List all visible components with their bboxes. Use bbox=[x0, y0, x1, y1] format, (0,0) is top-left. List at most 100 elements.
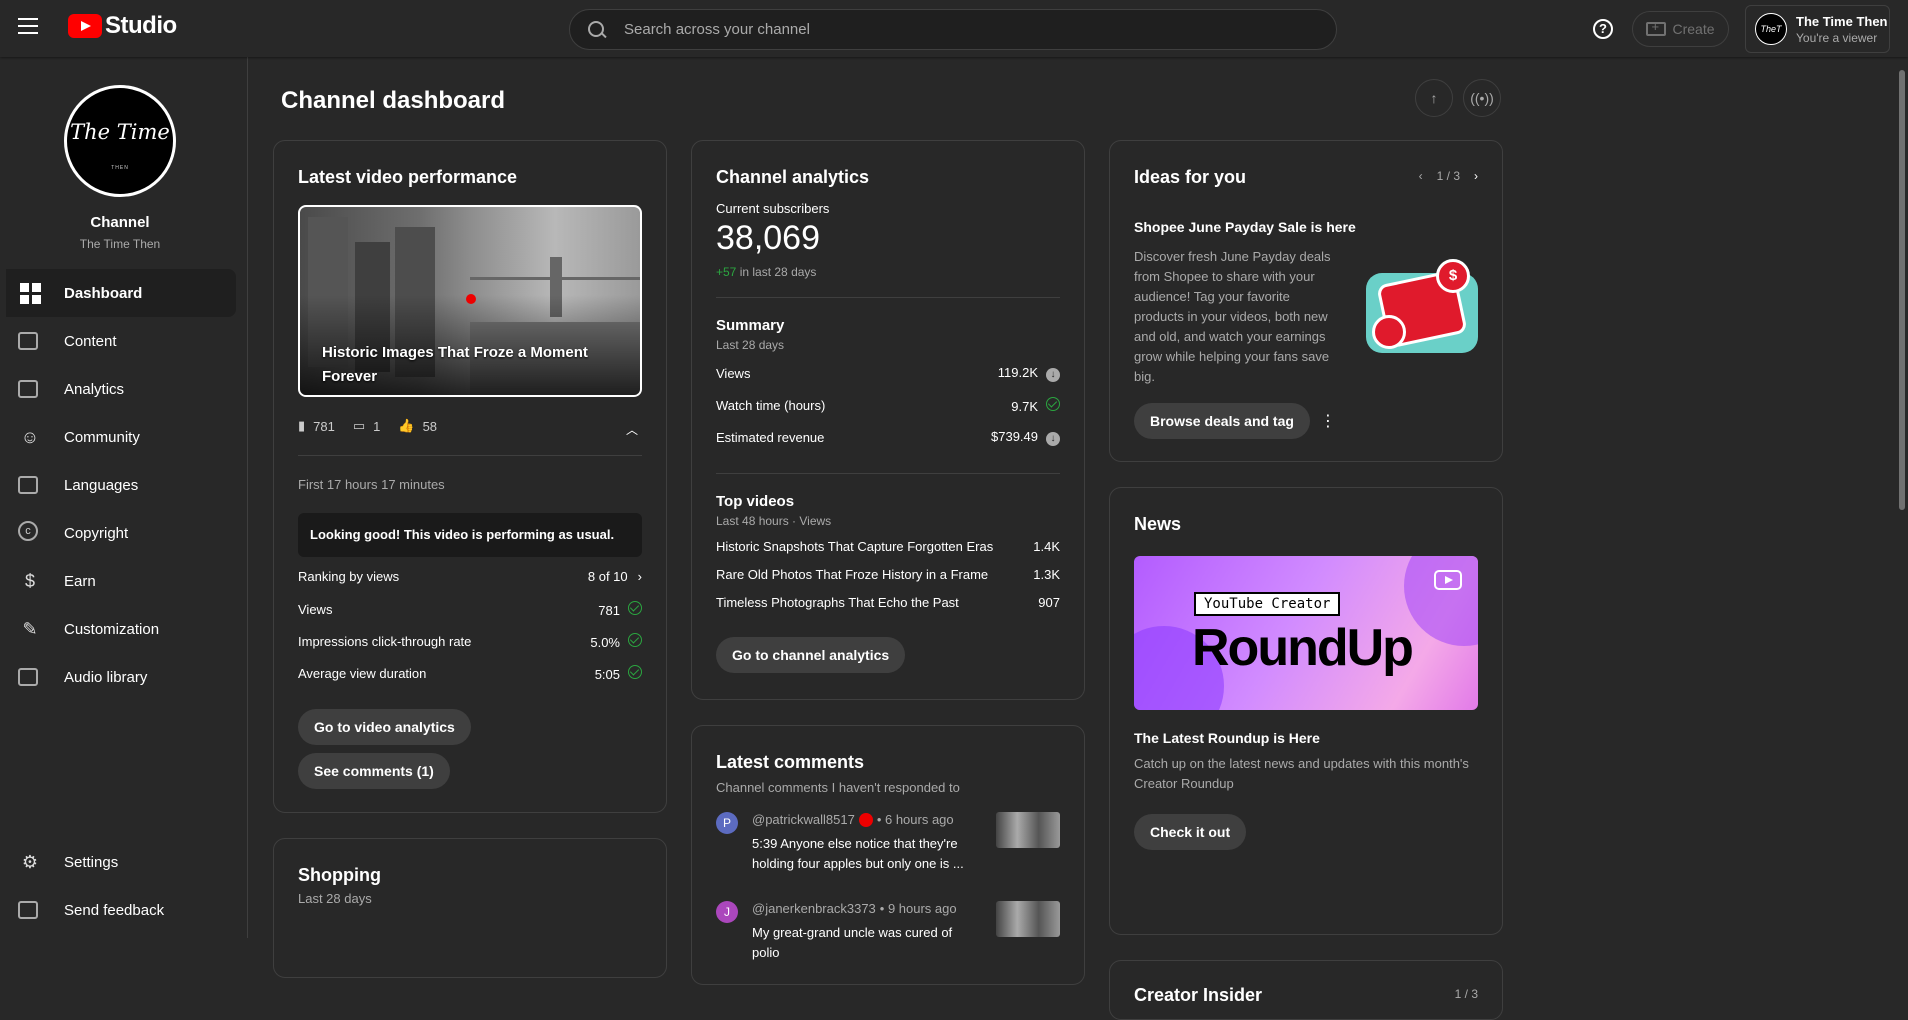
video-thumbnail[interactable]: Historic Images That Froze a Moment Fore… bbox=[298, 205, 642, 397]
idea-body: Discover fresh June Payday deals from Sh… bbox=[1134, 249, 1331, 384]
shopee-wallet-illustration: $ bbox=[1366, 259, 1478, 353]
sidebar-item-earn[interactable]: $ Earn bbox=[0, 557, 236, 605]
sidebar-item-community[interactable]: ☺ Community bbox=[0, 413, 236, 461]
search-bar[interactable] bbox=[569, 9, 1337, 50]
create-button[interactable]: Create bbox=[1632, 11, 1729, 47]
subscribers-delta: +57 in last 28 days bbox=[716, 265, 816, 279]
youtube-play-icon bbox=[1434, 570, 1462, 590]
logo-text: Studio bbox=[105, 12, 177, 39]
sidebar-item-languages[interactable]: Languages bbox=[0, 461, 236, 509]
chevron-up-icon[interactable]: ︿ bbox=[626, 421, 638, 438]
like-icon: 👍 bbox=[398, 418, 415, 433]
sidebar-item-analytics[interactable]: Analytics bbox=[0, 365, 236, 413]
check-icon bbox=[1046, 397, 1060, 411]
see-comments-button[interactable]: See comments (1) bbox=[298, 753, 450, 789]
settings-icon: ⚙ bbox=[21, 852, 39, 872]
top-video-row[interactable]: Rare Old Photos That Froze History in a … bbox=[716, 567, 1060, 582]
ranking-row[interactable]: Ranking by views 8 of 10 › bbox=[298, 569, 642, 584]
row-label: Historic Snapshots That Capture Forgotte… bbox=[716, 539, 994, 554]
comment-item[interactable]: J @janerkenbrack3373 • 9 hours ago My gr… bbox=[716, 901, 1060, 971]
upload-icon[interactable]: ↑ bbox=[1415, 79, 1453, 117]
row-value: 907 bbox=[1038, 595, 1060, 610]
go-to-video-analytics-button[interactable]: Go to video analytics bbox=[298, 709, 471, 745]
bar-chart-icon: ▮ bbox=[298, 418, 306, 433]
row-value: 9.7K bbox=[1011, 399, 1038, 414]
channel-avatar[interactable]: The Time THEN bbox=[64, 85, 176, 197]
row-value: 1.4K bbox=[1033, 539, 1060, 554]
studio-logo[interactable]: Studio bbox=[68, 12, 177, 40]
avatar-small-text: THEN bbox=[111, 165, 129, 171]
sidebar-item-content[interactable]: Content bbox=[0, 317, 236, 365]
create-video-icon bbox=[1646, 19, 1667, 36]
latest-video-card: Latest video performance Historic Images… bbox=[273, 140, 667, 813]
help-icon[interactable]: ? bbox=[1593, 19, 1613, 39]
youtube-logo-icon bbox=[68, 14, 102, 38]
summary-row: Watch time (hours) 9.7K bbox=[716, 397, 1060, 414]
page-scrollbar[interactable] bbox=[1896, 57, 1908, 938]
comment-item[interactable]: P @patrickwall8517 • 6 hours ago 5:39 An… bbox=[716, 812, 1060, 882]
video-title: Historic Images That Froze a Moment Fore… bbox=[322, 344, 588, 385]
sidebar-item-dashboard[interactable]: Dashboard bbox=[6, 269, 236, 317]
check-it-out-button[interactable]: Check it out bbox=[1134, 814, 1247, 850]
arrow-down-icon: ↓ bbox=[1046, 432, 1060, 446]
dashboard-icon bbox=[18, 281, 42, 305]
check-icon bbox=[628, 601, 642, 615]
comment-icon: ▭ bbox=[352, 418, 366, 433]
card-title: Latest comments bbox=[716, 752, 865, 772]
main-content: Channel dashboard ↑ ((•)) Latest video p… bbox=[249, 57, 1908, 1020]
comment-video-thumbnail[interactable] bbox=[996, 901, 1060, 937]
sidebar-item-label: Community bbox=[64, 428, 140, 446]
chevron-right-icon[interactable]: › bbox=[1474, 169, 1478, 183]
row-label: Views bbox=[298, 602, 333, 617]
scrollbar-thumb[interactable] bbox=[1899, 70, 1905, 510]
summary-title: Summary bbox=[716, 317, 785, 334]
languages-icon bbox=[18, 476, 38, 494]
card-title: Creator Insider bbox=[1134, 985, 1263, 1005]
check-icon bbox=[628, 665, 642, 679]
sidebar-item-audio-library[interactable]: Audio library bbox=[0, 653, 236, 701]
views-count: 781 bbox=[313, 418, 335, 434]
period-label: First 17 hours 17 minutes bbox=[298, 477, 445, 492]
news-image-title: RoundUp bbox=[1192, 619, 1414, 677]
row-label: Ranking by views bbox=[298, 569, 400, 584]
sidebar-item-customization[interactable]: ✎ Customization bbox=[0, 605, 236, 653]
sidebar-item-label: Dashboard bbox=[64, 284, 143, 302]
row-value: $739.49 bbox=[991, 429, 1038, 444]
chevron-left-icon[interactable]: ‹ bbox=[1419, 169, 1423, 183]
subscribers-value: 38,069 bbox=[716, 219, 820, 257]
comment-video-thumbnail[interactable] bbox=[996, 812, 1060, 848]
subscribers-label: Current subscribers bbox=[716, 201, 830, 216]
video-stats: ▮ 781 ▭ 1 👍 58 bbox=[298, 418, 437, 434]
shopping-card: Shopping Last 28 days bbox=[273, 838, 667, 978]
row-value: 119.2K bbox=[997, 365, 1038, 380]
sidebar-item-settings[interactable]: ⚙ Settings bbox=[0, 838, 236, 886]
comment-text: 5:39 Anyone else notice that they're hol… bbox=[752, 836, 964, 871]
comments-count: 1 bbox=[373, 418, 381, 434]
row-label: Watch time (hours) bbox=[716, 398, 826, 413]
top-video-row[interactable]: Historic Snapshots That Capture Forgotte… bbox=[716, 539, 1060, 554]
sidebar-item-send-feedback[interactable]: Send feedback bbox=[0, 886, 236, 934]
row-label: Impressions click-through rate bbox=[298, 634, 472, 649]
sidebar-bottom: ⚙ Settings Send feedback bbox=[0, 838, 248, 934]
search-icon[interactable] bbox=[588, 20, 606, 39]
search-input[interactable] bbox=[624, 21, 1274, 38]
sidebar-item-copyright[interactable]: c Copyright bbox=[0, 509, 236, 557]
ideas-card: Ideas for you ‹ 1 / 3 › Shopee June Payd… bbox=[1109, 140, 1503, 462]
earn-icon: $ bbox=[24, 571, 35, 591]
menu-icon[interactable] bbox=[18, 18, 38, 38]
go-to-channel-analytics-button[interactable]: Go to channel analytics bbox=[716, 637, 906, 673]
news-image[interactable]: YouTube Creator RoundUp bbox=[1134, 556, 1478, 710]
sidebar-item-label: Copyright bbox=[64, 524, 129, 542]
pager-label: 1 / 3 bbox=[1454, 987, 1478, 1001]
row-label: Rare Old Photos That Froze History in a … bbox=[716, 567, 989, 582]
more-options-icon[interactable]: ⋮ bbox=[1320, 411, 1336, 431]
browse-deals-button[interactable]: Browse deals and tag bbox=[1134, 403, 1310, 439]
commenter-avatar: J bbox=[716, 901, 738, 923]
likes-stat: 👍 58 bbox=[398, 418, 437, 434]
top-bar: Studio ? Create TheT The Time Then You'r… bbox=[0, 0, 1908, 57]
member-badge-icon bbox=[858, 812, 873, 827]
top-video-row[interactable]: Timeless Photographs That Echo the Past … bbox=[716, 595, 1060, 610]
go-live-icon[interactable]: ((•)) bbox=[1463, 79, 1501, 117]
account-switcher[interactable]: TheT The Time Then You're a viewer bbox=[1745, 5, 1890, 53]
community-icon: ☺ bbox=[20, 427, 40, 447]
